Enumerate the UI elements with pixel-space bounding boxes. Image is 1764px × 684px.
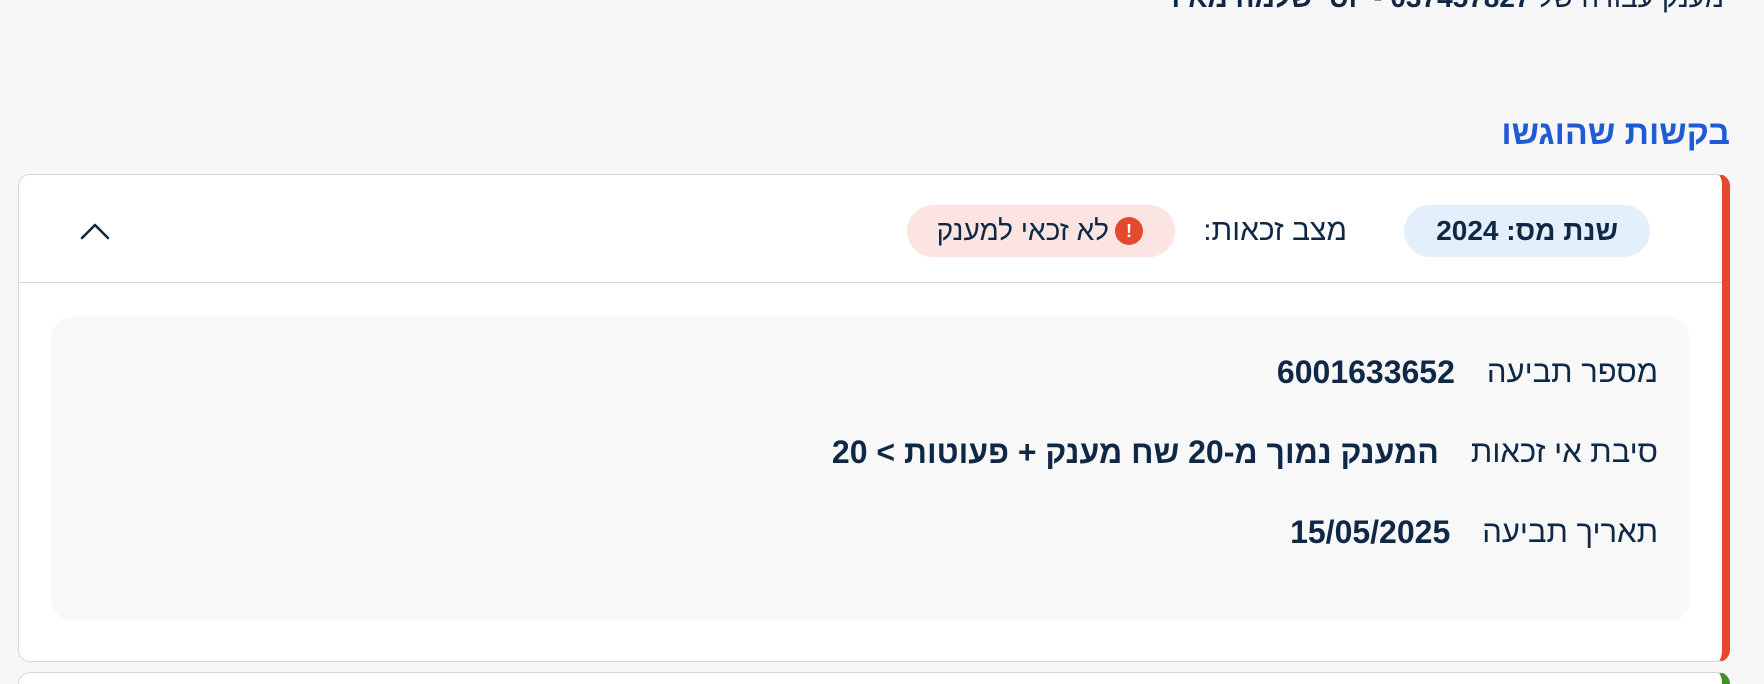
ineligibility-reason-value: המענק נמוך מ-20 שח מענק + פעוטות > 20 [831,433,1439,470]
collapse-button[interactable] [71,207,119,255]
eligibility-label: מצב זכאות: [1203,214,1347,247]
request-details-panel: מספר תביעה 6001633652 סיבת אי זכאות המענ… [51,317,1690,621]
page: מענק עבודה של 037457827 - יוסי שלמה מאיר… [0,0,1764,684]
grant-owner-separator: - [1373,0,1382,13]
grant-owner-id: 037457827 [1390,0,1530,13]
alert-icon: ! [1115,217,1143,245]
ineligibility-reason-row: סיבת אי זכאות המענק נמוך מ-20 שח מענק + … [832,427,1658,477]
ineligibility-reason-label: סיבת אי זכאות [1470,434,1658,469]
chevron-up-icon [80,223,110,240]
claim-date-label: תאריך תביעה [1482,514,1658,549]
claim-number-label: מספר תביעה [1486,354,1658,389]
claim-date-value: 15/05/2025 [1290,513,1451,550]
tax-year-badge: שנת מס: 2024 [1404,205,1650,257]
section-title: בקשות שהוגשו [1501,114,1730,152]
grant-owner-prefix: מענק עבודה של [1538,0,1724,13]
request-card-header[interactable]: שנת מס: 2024 מצב זכאות: ! לא זכאי למענק [19,175,1722,283]
status-badge: ! לא זכאי למענק [906,205,1175,257]
request-card: שנת מס: 2024 מצב זכאות: ! לא זכאי למענק … [18,174,1730,662]
next-request-card[interactable] [18,672,1730,684]
grant-owner-line: מענק עבודה של 037457827 - יוסי שלמה מאיר [1164,0,1724,14]
grant-owner-name: יוסי שלמה מאיר [1164,0,1366,13]
status-text: לא זכאי למענק [936,215,1109,246]
claim-number-row: מספר תביעה 6001633652 [1277,347,1658,397]
claim-date-row: תאריך תביעה 15/05/2025 [1290,507,1658,557]
claim-number-value: 6001633652 [1276,353,1455,390]
